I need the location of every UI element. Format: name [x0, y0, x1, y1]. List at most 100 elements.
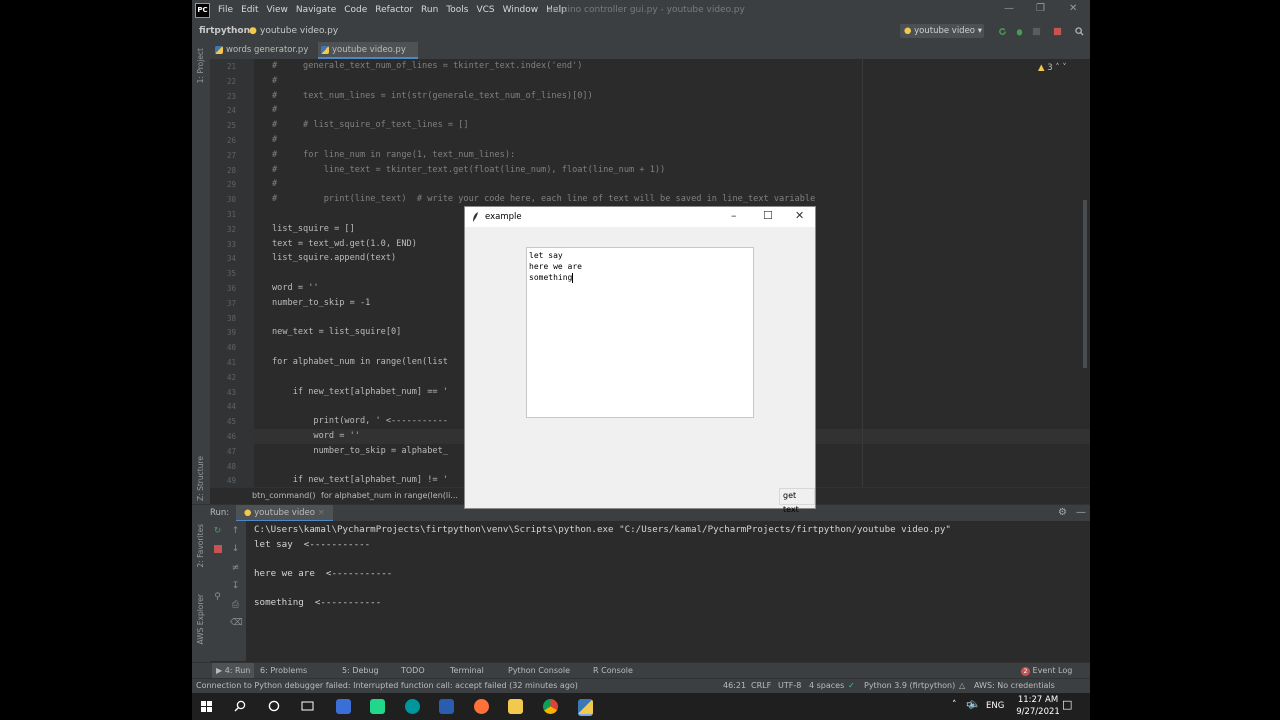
- clock-date[interactable]: 9/27/2021: [1012, 707, 1064, 717]
- restore-icon[interactable]: ❐: [1036, 3, 1045, 14]
- tab-terminal[interactable]: Terminal: [450, 663, 484, 679]
- nav-file[interactable]: youtube video.py: [260, 26, 338, 36]
- print-icon[interactable]: ⎙: [230, 601, 241, 610]
- language-indicator[interactable]: ENG: [986, 701, 1004, 711]
- tk-feather-icon: [473, 212, 478, 222]
- scroll-down-icon[interactable]: ↓: [230, 545, 241, 554]
- arduino-icon[interactable]: [405, 699, 420, 714]
- tab-run[interactable]: ▶ 4: Run: [212, 663, 255, 679]
- gear-icon[interactable]: ⚙: [1058, 507, 1067, 518]
- stop-icon[interactable]: [212, 545, 223, 554]
- breadcrumb-function[interactable]: btn_command(): [252, 488, 315, 503]
- search-icon[interactable]: [234, 700, 246, 712]
- inspection-widget[interactable]: ▲ 3 ˄ ˅: [1038, 63, 1067, 73]
- file-explorer-icon[interactable]: [508, 699, 523, 714]
- favorites-tool-tab[interactable]: 2: Favorites: [196, 524, 205, 568]
- code-line[interactable]: 21 # generale_text_num_of_lines = tkinter…: [227, 59, 1090, 74]
- menu-code[interactable]: Code: [340, 5, 371, 15]
- tab-r-console[interactable]: R Console: [593, 663, 633, 679]
- menu-navigate[interactable]: Navigate: [292, 5, 340, 15]
- caret-position[interactable]: 46:21: [723, 679, 746, 693]
- trash-icon[interactable]: ⌫: [230, 619, 243, 628]
- tab-todo[interactable]: TODO: [401, 663, 425, 679]
- python-icon[interactable]: [578, 699, 593, 716]
- menu-vcs[interactable]: VCS: [472, 5, 498, 15]
- tab-youtube-video[interactable]: youtube video.py ×: [318, 42, 418, 71]
- tab-python-console[interactable]: Python Console: [508, 663, 570, 679]
- volume-icon[interactable]: 🔈: [968, 699, 980, 710]
- code-line[interactable]: 26 #: [227, 133, 1090, 148]
- editor-scrollbar[interactable]: [1083, 200, 1087, 368]
- indent-setting[interactable]: 4 spaces: [809, 679, 844, 693]
- menu-edit[interactable]: Edit: [237, 5, 262, 15]
- app-icon[interactable]: [439, 699, 454, 714]
- code-line[interactable]: 23 # text_num_lines = int(str(generale_te…: [227, 89, 1090, 104]
- windows-start-icon[interactable]: [201, 701, 212, 712]
- pycharm-icon[interactable]: [370, 699, 385, 714]
- text-line-last: something: [529, 272, 753, 283]
- maximize-icon[interactable]: ☐: [763, 209, 773, 222]
- cortana-icon[interactable]: [268, 700, 280, 712]
- debug-icon[interactable]: [1015, 27, 1024, 36]
- tray-chevron-icon[interactable]: ˄: [952, 700, 957, 710]
- coverage-icon[interactable]: [1032, 27, 1041, 36]
- menu-window[interactable]: Window: [499, 5, 543, 15]
- menu-tools[interactable]: Tools: [442, 5, 472, 15]
- line-number: 30: [226, 195, 236, 205]
- firefox-icon[interactable]: [474, 699, 489, 714]
- chrome-icon[interactable]: [543, 699, 558, 714]
- line-separator[interactable]: CRLF: [751, 679, 771, 693]
- code-line[interactable]: 25 # # list_squire_of_text_lines = []: [227, 118, 1090, 133]
- python-interpreter[interactable]: Python 3.9 (firtpython): [864, 679, 955, 693]
- structure-tool-tab[interactable]: Z: Structure: [196, 456, 205, 501]
- code-line[interactable]: 29 #: [227, 177, 1090, 192]
- close-icon[interactable]: ✕: [1069, 3, 1077, 14]
- code-line[interactable]: 22 #: [227, 74, 1090, 89]
- clock-time[interactable]: 11:27 AM: [1012, 695, 1064, 705]
- menu-view[interactable]: View: [263, 5, 292, 15]
- code-line[interactable]: 30 # print(line_text) # write your code h…: [227, 192, 1090, 207]
- minimize-icon[interactable]: –: [731, 209, 737, 222]
- breadcrumb-loop[interactable]: for alphabet_num in range(len(li...: [321, 488, 458, 503]
- close-icon[interactable]: ✕: [795, 209, 804, 222]
- text-widget[interactable]: let say here we are something: [526, 247, 754, 418]
- scroll-up-icon[interactable]: ↑: [230, 527, 241, 536]
- stop-icon[interactable]: [1053, 27, 1062, 36]
- menu-refactor[interactable]: Refactor: [371, 5, 417, 15]
- run-tab[interactable]: ● youtube video ×: [236, 505, 333, 522]
- file-encoding[interactable]: UTF-8: [778, 679, 801, 693]
- code-text: list_squire = []: [272, 223, 355, 234]
- tab-words-generator[interactable]: words generator.py ×: [212, 42, 316, 71]
- tab-problems-label[interactable]: 6: Problems: [260, 663, 307, 679]
- project-tool-tab[interactable]: 1: Project: [196, 48, 205, 83]
- minimize-icon[interactable]: —: [1004, 3, 1014, 14]
- hide-panel-icon[interactable]: —: [1076, 507, 1086, 518]
- tkinter-window: example – ☐ ✕ let say here we are someth…: [464, 206, 816, 514]
- status-message[interactable]: Connection to Python debugger failed: In…: [196, 679, 578, 693]
- get-text-button[interactable]: get text: [779, 488, 815, 514]
- soft-wrap-icon[interactable]: ≠: [230, 564, 241, 573]
- rerun-icon[interactable]: [998, 27, 1007, 36]
- pin-icon[interactable]: ⚲: [212, 593, 223, 602]
- search-icon[interactable]: [1075, 27, 1084, 36]
- menu-run[interactable]: Run: [417, 5, 442, 15]
- scroll-to-end-icon[interactable]: ↧: [230, 582, 241, 591]
- outlook-icon[interactable]: [336, 699, 351, 714]
- nav-project[interactable]: firtpython: [199, 26, 250, 36]
- run-tab-label: youtube video: [254, 508, 316, 518]
- code-line[interactable]: 24 #: [227, 103, 1090, 118]
- task-view-icon[interactable]: [301, 700, 314, 712]
- code-line[interactable]: 28 # line_text = tkinter_text.get(float(l…: [227, 163, 1090, 178]
- menu-bar: File Edit View Navigate Code Refactor Ru…: [214, 5, 571, 15]
- code-line[interactable]: 27 # for line_num in range(1, text_num_li…: [227, 148, 1090, 163]
- event-log-tab[interactable]: 2 Event Log: [1021, 663, 1072, 679]
- run-config-select[interactable]: ● youtube video ▾: [900, 24, 984, 38]
- tab-debug[interactable]: 5: Debug: [342, 663, 379, 679]
- chevron-up-icon[interactable]: ˄: [1055, 63, 1059, 73]
- aws-explorer-tool-tab[interactable]: AWS Explorer: [196, 594, 205, 645]
- notification-icon[interactable]: □: [1062, 698, 1072, 711]
- rerun-icon[interactable]: ↻: [212, 527, 223, 536]
- close-tab-icon[interactable]: ×: [318, 508, 325, 518]
- chevron-down-icon[interactable]: ˅: [1062, 63, 1066, 73]
- menu-file[interactable]: File: [214, 5, 237, 15]
